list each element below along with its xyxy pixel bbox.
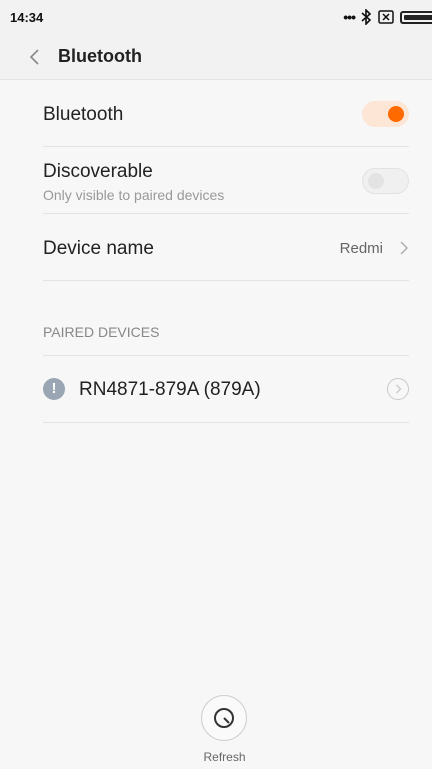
discoverable-toggle-row[interactable]: Discoverable Only visible to paired devi… bbox=[43, 147, 409, 214]
device-name-row[interactable]: Device name Redmi bbox=[43, 214, 409, 281]
no-sim-icon bbox=[378, 9, 394, 25]
toggle-knob bbox=[388, 106, 404, 122]
status-time: 14:34 bbox=[10, 10, 44, 25]
chevron-right-icon bbox=[400, 241, 408, 255]
bluetooth-icon bbox=[361, 9, 372, 25]
refresh-button[interactable] bbox=[201, 695, 247, 741]
discoverable-sublabel: Only visible to paired devices bbox=[43, 187, 225, 203]
discoverable-label: Discoverable bbox=[43, 161, 153, 182]
title-bar: Bluetooth bbox=[0, 34, 432, 80]
refresh-icon bbox=[214, 708, 234, 728]
exclamation-info-icon: ! bbox=[43, 378, 65, 400]
paired-devices-title: PAIRED DEVICES bbox=[43, 324, 160, 340]
status-icons: ••• bbox=[337, 8, 432, 26]
paired-device-name: RN4871-879A (879A) bbox=[79, 379, 261, 400]
paired-device-row[interactable]: ! RN4871-879A (879A) bbox=[43, 356, 409, 423]
device-name-label: Device name bbox=[43, 238, 154, 259]
toggle-knob bbox=[368, 173, 384, 189]
chevron-right-circle-icon[interactable] bbox=[387, 378, 409, 400]
more-dots-icon: ••• bbox=[343, 9, 356, 25]
bluetooth-toggle[interactable] bbox=[362, 101, 409, 127]
page-title: Bluetooth bbox=[58, 46, 142, 66]
bluetooth-label: Bluetooth bbox=[43, 104, 124, 125]
refresh-label: Refresh bbox=[203, 750, 246, 764]
status-bar: 14:34 ••• bbox=[0, 0, 432, 34]
device-name-value: Redmi bbox=[339, 240, 383, 257]
paired-devices-header: PAIRED DEVICES bbox=[43, 324, 409, 356]
refresh-area: Refresh bbox=[0, 690, 432, 769]
battery-icon bbox=[400, 10, 432, 24]
discoverable-toggle[interactable] bbox=[362, 168, 409, 194]
chevron-left-icon[interactable] bbox=[27, 47, 41, 67]
bluetooth-toggle-row[interactable]: Bluetooth bbox=[43, 80, 409, 147]
